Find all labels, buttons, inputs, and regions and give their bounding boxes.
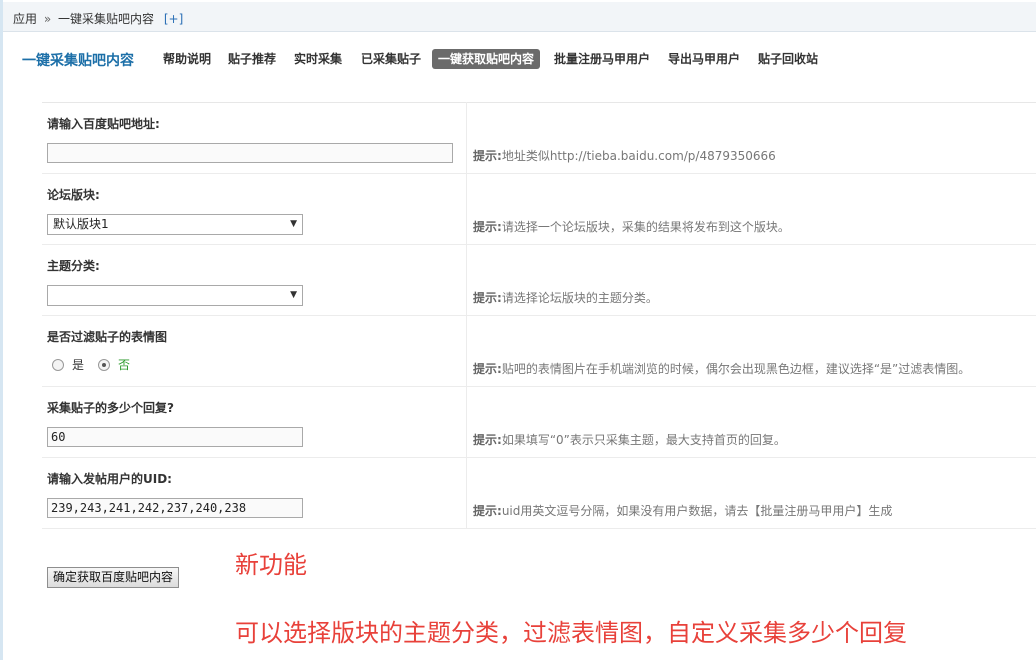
breadcrumb-current: 一键采集贴吧内容 — [58, 12, 155, 26]
topic-category-hint-text: 请选择论坛版块的主题分类。 — [501, 291, 658, 305]
topic-category-select[interactable]: ▼ — [47, 285, 303, 306]
forum-hint: 提示:请选择一个论坛版块，采集的结果将发布到这个版块。 — [473, 218, 790, 235]
user-uids-label: 请输入发帖用户的UID: — [47, 472, 172, 486]
form-row-topic-category: 主题分类: ▼ 提示:请选择论坛版块的主题分类。 — [42, 245, 1036, 316]
reply-count-label: 采集贴子的多少个回复? — [47, 401, 174, 415]
tab-export-users[interactable]: 导出马甲用户 — [665, 49, 743, 69]
reply-count-input[interactable]: 60 — [47, 427, 303, 447]
topic-category-label: 主题分类: — [47, 259, 100, 273]
annotation-title: 新功能 — [235, 551, 307, 579]
filter-yes-radio[interactable] — [52, 358, 64, 371]
user-uids-hint: 提示:uid用英文逗号分隔，如果没有用户数据，请去【批量注册马甲用户】生成 — [473, 502, 892, 519]
submit-button[interactable]: 确定获取百度贴吧内容 — [47, 567, 180, 588]
url-hint: 提示:地址类似http://tieba.baidu.com/p/48793506… — [473, 147, 776, 164]
reply-count-hint-text: 如果填写“0”表示只采集主题，最大支持首页的回复。 — [501, 433, 786, 447]
forum-selected-value: 默认版块1 — [53, 217, 109, 231]
filter-emoticons-hint: 提示:贴吧的表情图片在手机端浏览的时候，偶尔会出现黑色边框，建议选择“是”过滤表… — [473, 360, 970, 377]
reply-count-hint: 提示:如果填写“0”表示只采集主题，最大支持首页的回复。 — [473, 431, 786, 448]
url-label: 请输入百度贴吧地址: — [47, 117, 160, 131]
left-border — [0, 0, 3, 660]
user-uids-input[interactable]: 239,243,241,242,237,240,238 — [47, 498, 303, 518]
topic-category-hint: 提示:请选择论坛版块的主题分类。 — [473, 289, 658, 306]
add-shortcut-link[interactable]: [+] — [164, 12, 183, 26]
form-row-reply-count: 采集贴子的多少个回复? 60 提示:如果填写“0”表示只采集主题，最大支持首页的… — [42, 387, 1036, 458]
tab-realtime-collect[interactable]: 实时采集 — [291, 49, 345, 69]
user-uids-hint-text: uid用英文逗号分隔，如果没有用户数据，请去【批量注册马甲用户】生成 — [501, 504, 893, 518]
breadcrumb-separator: » — [43, 12, 52, 26]
tab-fetch-tieba-content[interactable]: 一键获取贴吧内容 — [432, 49, 541, 69]
url-hint-text: 地址类似http://tieba.baidu.com/p/4879350666 — [501, 149, 776, 163]
forum-select[interactable]: 默认版块1 ▼ — [47, 214, 303, 235]
filter-yes-label[interactable]: 是 — [72, 356, 84, 373]
tab-recommended-posts[interactable]: 贴子推荐 — [225, 49, 279, 69]
chevron-down-icon: ▼ — [290, 219, 297, 229]
filter-emoticons-label: 是否过滤贴子的表情图 — [47, 330, 168, 344]
filter-emoticons-radio-group: 是否 — [52, 356, 144, 373]
user-uids-hint-prefix: 提示: — [473, 504, 502, 518]
filter-emoticons-hint-prefix: 提示: — [473, 362, 502, 376]
filter-no-radio[interactable] — [98, 358, 111, 371]
url-hint-prefix: 提示: — [473, 149, 502, 163]
topic-category-hint-prefix: 提示: — [473, 291, 502, 305]
form-row-filter-emoticons: 是否过滤贴子的表情图 是否 提示:贴吧的表情图片在手机端浏览的时候，偶尔会出现黑… — [42, 316, 1036, 387]
annotation-body: 可以选择版块的主题分类，过滤表情图，自定义采集多少个回复 — [235, 619, 907, 647]
forum-label: 论坛版块: — [47, 188, 100, 202]
breadcrumb-bar: 应用 » 一键采集贴吧内容 [+] — [3, 2, 1036, 32]
form-row-url: 请输入百度贴吧地址: 提示:地址类似http://tieba.baidu.com… — [42, 103, 1036, 174]
chevron-down-icon: ▼ — [290, 290, 297, 300]
forum-hint-prefix: 提示: — [473, 220, 502, 234]
breadcrumb-root-link[interactable]: 应用 — [13, 12, 37, 26]
filter-no-label[interactable]: 否 — [118, 356, 130, 373]
breadcrumb: 应用 » 一键采集贴吧内容 [+] — [13, 10, 183, 27]
tab-collected-posts[interactable]: 已采集贴子 — [358, 49, 424, 69]
forum-hint-text: 请选择一个论坛版块，采集的结果将发布到这个版块。 — [501, 220, 790, 234]
tab-batch-register-users[interactable]: 批量注册马甲用户 — [551, 49, 653, 69]
form-row-user-uids: 请输入发帖用户的UID: 239,243,241,242,237,240,238… — [42, 458, 1036, 529]
tab-recycle-bin[interactable]: 贴子回收站 — [755, 49, 821, 69]
tab-help[interactable]: 帮助说明 — [160, 49, 214, 69]
app-title: 一键采集贴吧内容 — [22, 53, 134, 69]
tieba-url-input[interactable] — [47, 143, 453, 163]
reply-count-hint-prefix: 提示: — [473, 433, 502, 447]
form-row-forum: 论坛版块: 默认版块1 ▼ 提示:请选择一个论坛版块，采集的结果将发布到这个版块… — [42, 174, 1036, 245]
filter-emoticons-hint-text: 贴吧的表情图片在手机端浏览的时候，偶尔会出现黑色边框，建议选择“是”过滤表情图。 — [501, 362, 971, 376]
